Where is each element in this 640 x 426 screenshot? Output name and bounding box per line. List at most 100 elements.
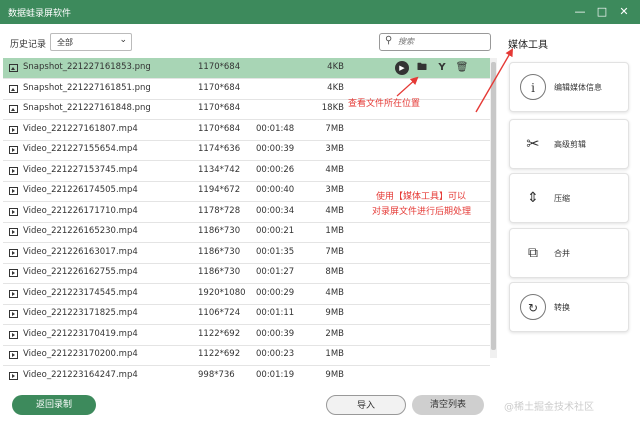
video-file-icon (9, 269, 18, 277)
file-size: 1MB (325, 349, 344, 359)
file-size: 3MB (325, 185, 344, 195)
clear-list-button[interactable]: 清空列表 (412, 395, 484, 415)
info-icon: i (520, 74, 546, 100)
file-name: Snapshot_221227161851.png (23, 82, 151, 93)
scrollbar-thumb[interactable] (491, 62, 496, 350)
file-duration: 00:00:40 (256, 185, 295, 195)
back-to-record-button[interactable]: 返回录制 (12, 395, 96, 415)
video-file-icon (9, 187, 18, 195)
folder-icon[interactable]: 🖿 (415, 61, 429, 75)
file-size: 4KB (327, 82, 344, 93)
file-resolution: 1186*730 (198, 246, 241, 257)
file-name: Video_221226162755.mp4 (23, 267, 138, 277)
search-input[interactable] (398, 35, 484, 48)
tool-card-convert[interactable]: ↻ 转换 (509, 282, 629, 332)
file-resolution: 1170*684 (198, 123, 241, 134)
list-scrollbar[interactable] (490, 58, 497, 358)
file-row[interactable]: Video_221226165230.mp4 1186*730 00:00:21 1M… (3, 222, 490, 243)
filter-value: 全部 (57, 38, 73, 47)
file-row[interactable]: Video_221227161807.mp4 1170*684 00:01:48 7M… (3, 120, 490, 141)
trash-icon[interactable]: 🗑 (455, 61, 469, 75)
video-file-icon (9, 371, 18, 380)
file-size: 9MB (325, 369, 344, 380)
file-size: 7MB (325, 123, 344, 134)
scissors-icon: ✂ (526, 134, 540, 153)
file-name: Video_221226163017.mp4 (23, 246, 138, 257)
file-duration: 00:00:34 (256, 205, 295, 216)
file-row[interactable]: Video_221226162755.mp4 1186*730 00:01:27 8M… (3, 263, 490, 284)
video-file-icon (9, 125, 18, 134)
tool-label: 编辑媒体信息 (554, 83, 602, 92)
watermark: @稀土掘金技术社区 (504, 402, 594, 413)
file-name: Video_221226174505.mp4 (23, 185, 138, 195)
file-row[interactable]: Video_221223171825.mp4 1106*724 00:01:11 9M… (3, 304, 490, 325)
file-row[interactable]: Video_221223170200.mp4 1122*692 00:00:23 1M… (3, 345, 490, 366)
folder-hint-annotation: 查看文件所在位置 (348, 99, 421, 109)
file-size: 1MB (325, 226, 344, 236)
file-row[interactable]: Video_221227155654.mp4 1174*636 00:00:39 3M… (3, 140, 490, 161)
tool-label: 高级剪辑 (554, 140, 586, 149)
file-duration: 00:01:19 (256, 369, 295, 380)
file-list: Snapshot_221227161853.png 1170*684 4KB ▶ 🖿 Y 🗑… (0, 58, 500, 384)
maximize-icon[interactable]: □ (594, 4, 610, 20)
file-size: 4MB (325, 287, 344, 298)
history-label: 历史记录 (10, 40, 47, 50)
video-file-icon (9, 248, 18, 257)
file-row[interactable]: Video_221223170419.mp4 1122*692 00:00:39 2M… (3, 325, 490, 346)
file-name: Video_221226171710.mp4 (23, 205, 138, 216)
tool-card-advanced-edit[interactable]: ✂ 高级剪辑 (509, 119, 629, 169)
tool-card-edit-info[interactable]: i 编辑媒体信息 (509, 62, 629, 112)
convert-icon: ↻ (520, 294, 546, 320)
tool-label: 压缩 (554, 194, 570, 203)
file-size: 8MB (325, 267, 344, 277)
file-row[interactable]: Video_221223174545.mp4 1920*1080 00:00:29 4… (3, 284, 490, 305)
file-resolution: 1122*692 (198, 328, 241, 339)
file-resolution: 1178*728 (198, 205, 241, 216)
file-resolution: 1194*672 (198, 185, 241, 195)
file-name: Video_221227155654.mp4 (23, 144, 138, 154)
file-duration: 00:01:35 (256, 246, 295, 257)
file-duration: 00:01:48 (256, 123, 295, 134)
filter-select[interactable]: 全部 ⌄ (50, 33, 132, 51)
file-duration: 00:00:39 (256, 328, 295, 339)
file-duration: 00:00:29 (256, 287, 295, 298)
close-icon[interactable]: ✕ (616, 4, 632, 20)
minimize-icon[interactable]: — (572, 4, 588, 20)
file-name: Video_221223170419.mp4 (23, 328, 138, 339)
file-size: 3MB (325, 144, 344, 154)
file-resolution: 1122*692 (198, 349, 241, 359)
tool-card-compress[interactable]: ⇕ 压缩 (509, 173, 629, 223)
file-name: Video_221227161807.mp4 (23, 123, 138, 134)
window-title: 数据蛙录屏软件 (8, 9, 72, 19)
search-box[interactable]: ⚲ (379, 33, 491, 51)
file-size: 2MB (325, 328, 344, 339)
file-name: Video_221223170200.mp4 (23, 349, 138, 359)
image-file-icon (9, 84, 18, 93)
file-name: Snapshot_221227161848.png (23, 103, 151, 113)
file-size: 4MB (325, 164, 344, 175)
play-icon[interactable]: ▶ (395, 61, 409, 75)
file-size: 7MB (325, 246, 344, 257)
file-row[interactable]: Snapshot_221227161853.png 1170*684 4KB ▶ 🖿 Y 🗑 (3, 58, 490, 79)
file-resolution: 1174*636 (198, 144, 241, 154)
title-bar: 数据蛙录屏软件 — □ ✕ (0, 0, 640, 24)
compress-icon: ⇕ (527, 190, 539, 206)
file-size: 18KB (321, 103, 344, 113)
footer: 返回录制 导入 清空列表 (0, 384, 500, 426)
file-duration: 00:00:23 (256, 349, 295, 359)
file-duration: 00:01:11 (256, 308, 295, 318)
file-row[interactable]: Video_221227153745.mp4 1134*742 00:00:26 4M… (3, 161, 490, 182)
file-resolution: 1170*684 (198, 62, 241, 72)
tool-label: 合并 (554, 249, 570, 258)
file-name: Video_221226165230.mp4 (23, 226, 138, 236)
file-name: Snapshot_221227161853.png (23, 62, 151, 72)
file-row[interactable]: Video_221226163017.mp4 1186*730 00:01:35 7M… (3, 243, 490, 264)
file-row[interactable]: Video_221223164247.mp4 998*736 00:01:19 9MB (3, 366, 490, 385)
file-size: 4MB (325, 205, 344, 216)
import-button[interactable]: 导入 (326, 395, 406, 415)
video-file-icon (9, 351, 18, 359)
edit-tool-icon[interactable]: Y (435, 61, 449, 75)
tool-card-merge[interactable]: ⧉ 合并 (509, 228, 629, 278)
list-toolbar: 历史记录 全部 ⌄ ⚲ (0, 24, 500, 58)
file-name: Video_221227153745.mp4 (23, 164, 138, 175)
